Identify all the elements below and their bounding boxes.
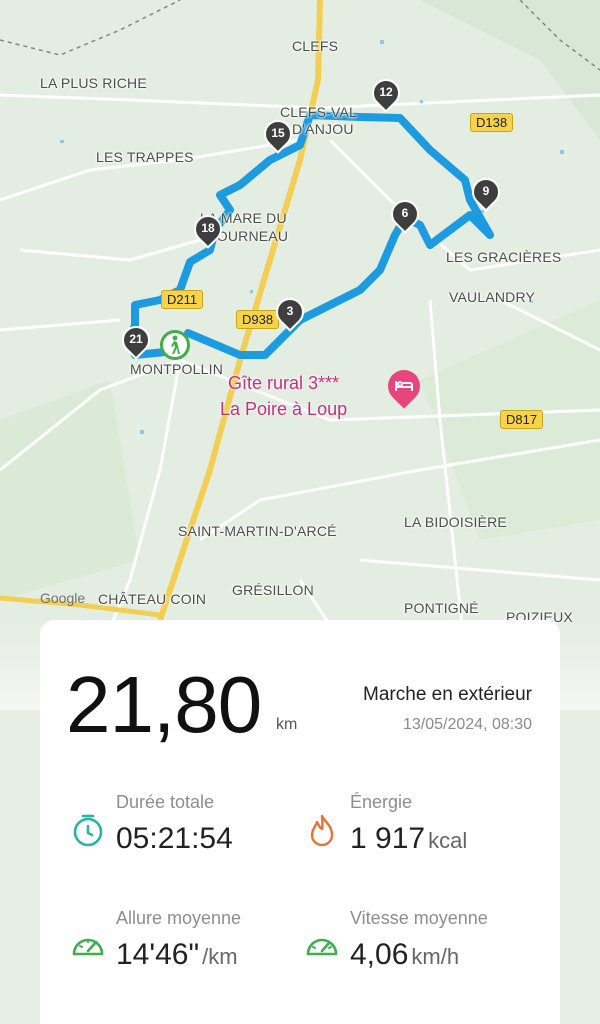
stat-energy: Énergie 1 917 kcal <box>302 792 552 872</box>
place-label-clefs: CLEFS <box>292 38 339 54</box>
activity-type: Marche en extérieur <box>363 684 532 705</box>
stat-energy-label: Énergie <box>350 792 413 812</box>
place-label-chateau-coin: CHÂTEAU COIN <box>98 591 207 607</box>
summary-card: 21,80 km Marche en extérieur 13/05/2024,… <box>40 620 560 1024</box>
stat-speed-label: Vitesse moyenne <box>350 908 488 928</box>
route-marker-18[interactable]: 18 <box>188 209 228 249</box>
place-label-la-bidoisiere: LA BIDOISIÈRE <box>404 514 507 530</box>
stat-pace-value: 14'46"/km <box>116 938 238 971</box>
stat-speed-unit: km/h <box>411 944 460 969</box>
flame-icon <box>310 814 334 847</box>
route-map[interactable]: CLEFS LA PLUS RICHE CLEFS-VAL D'ANJOU LE… <box>0 0 600 700</box>
map-attribution: Google <box>40 590 86 606</box>
route-marker-12[interactable]: 12 <box>366 73 406 113</box>
route-marker-21[interactable]: 21 <box>116 320 156 360</box>
distance-value: 21,80 <box>66 660 262 749</box>
stat-duration: Durée totale 05:21:54 <box>68 792 318 872</box>
place-label-la-plus-riche: LA PLUS RICHE <box>40 75 147 91</box>
stat-speed-value: 4,06 km/h <box>350 938 460 971</box>
place-label-vaulandry: VAULANDRY <box>449 289 536 305</box>
stopwatch-icon <box>73 814 103 847</box>
route-marker-3[interactable]: 3 <box>270 292 310 332</box>
stat-energy-unit: kcal <box>428 828 468 853</box>
gauge-icon <box>72 938 104 956</box>
stat-energy-value: 1 917 kcal <box>350 822 468 855</box>
place-label-saint-martin: SAINT-MARTIN-D'ARCÉ <box>178 523 337 539</box>
place-label-gresillon: GRÉSILLON <box>232 582 314 598</box>
start-marker[interactable] <box>160 330 190 360</box>
stat-speed: Vitesse moyenne 4,06 km/h <box>302 908 552 988</box>
place-label-anjou: D'ANJOU <box>292 121 354 137</box>
activity-datetime: 13/05/2024, 08:30 <box>402 716 532 733</box>
place-label-pontigne: PONTIGNÉ <box>404 600 479 616</box>
bed-icon <box>394 377 414 395</box>
road-badge-d211: D211 <box>161 290 204 309</box>
stat-duration-label: Durée totale <box>116 792 215 812</box>
route-marker-15[interactable]: 15 <box>258 114 298 154</box>
stat-duration-value: 05:21:54 <box>116 822 233 855</box>
stat-pace-label: Allure moyenne <box>116 908 242 928</box>
distance-unit: km <box>276 716 298 733</box>
stat-pace-unit: /km <box>202 944 238 969</box>
place-label-les-gracieres: LES GRACIÈRES <box>446 249 562 265</box>
road-badge-d138: D138 <box>470 113 514 132</box>
poi-label-line1[interactable]: Gîte rural 3*** <box>228 372 339 394</box>
poi-label-line2[interactable]: La Poire à Loup <box>220 398 347 420</box>
place-label-clefs-val: CLEFS-VAL <box>280 104 358 120</box>
road-badge-d938: D938 <box>236 310 280 329</box>
place-label-montpollin: MONTPOLLIN <box>130 361 224 377</box>
road-badge-d817: D817 <box>500 410 544 429</box>
route-marker-6[interactable]: 6 <box>385 194 425 234</box>
hiker-icon <box>171 335 180 354</box>
stat-pace: Allure moyenne 14'46"/km <box>68 908 318 988</box>
place-label-les-trappes: LES TRAPPES <box>96 149 194 165</box>
route-marker-9[interactable]: 9 <box>466 172 506 212</box>
speedometer-icon <box>306 938 338 956</box>
